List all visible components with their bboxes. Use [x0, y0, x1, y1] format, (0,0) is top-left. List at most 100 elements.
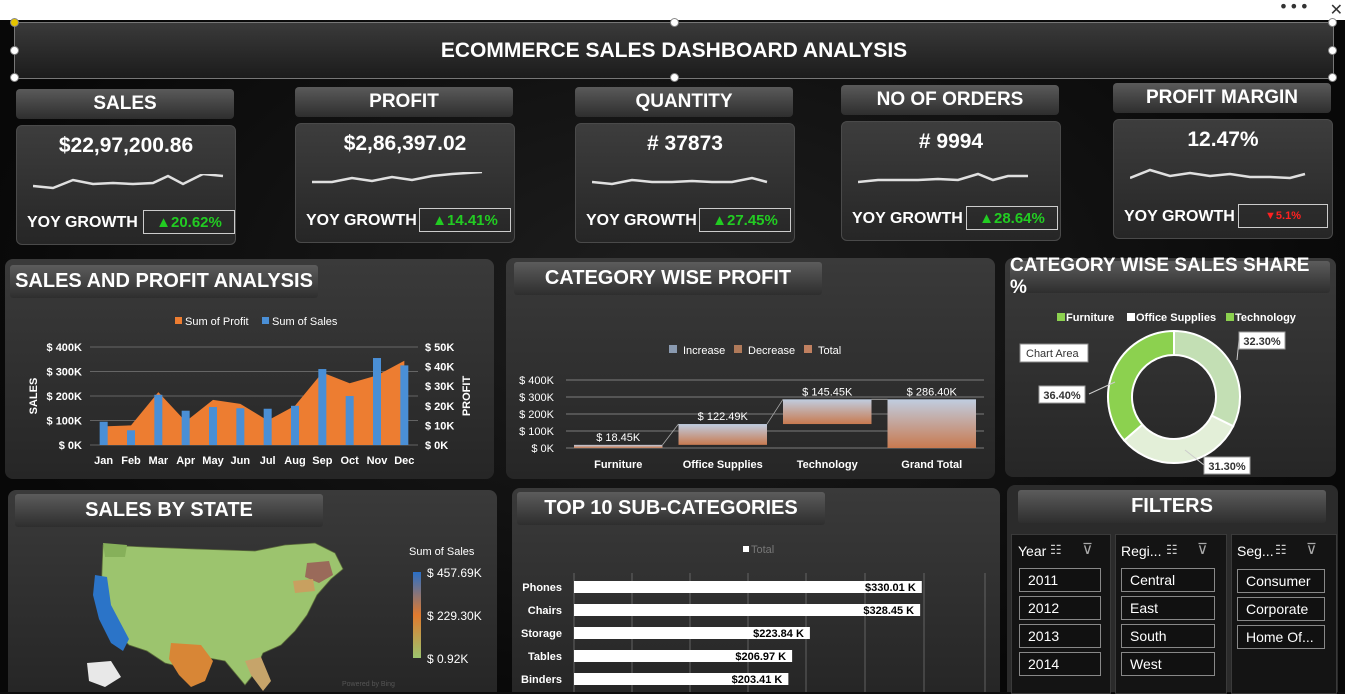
x-tick-label: Mar: [149, 455, 169, 467]
y2-tick-label: $ 30K: [425, 381, 454, 393]
waterfall-bar[interactable]: [783, 399, 872, 424]
yoy-value-badge: ▲27.45%: [699, 208, 791, 232]
year-option-2012[interactable]: 2012: [1019, 596, 1101, 620]
x-tick-label: Dec: [394, 455, 414, 467]
dashboard-title[interactable]: ECOMMERCE SALES DASHBOARD ANALYSIS: [14, 22, 1334, 79]
sales-bar[interactable]: [291, 406, 299, 445]
yoy-value-badge: ▼5.1%: [1238, 204, 1328, 228]
profit-area[interactable]: [104, 361, 405, 445]
category-profit-chart[interactable]: IncreaseDecreaseTotal$ 400K$ 300K$ 200K$…: [506, 335, 995, 475]
resize-handle-bc[interactable]: [670, 73, 679, 82]
y-tick-label: $ 100K: [519, 426, 555, 438]
sales-bar[interactable]: [236, 408, 244, 445]
sales-bar[interactable]: [318, 369, 326, 445]
kpi-sparkline: [312, 172, 512, 192]
y-tick-label: Chairs: [528, 605, 562, 617]
y-tick-label: Tables: [528, 651, 562, 663]
kpi-card-1[interactable]: $2,86,397.02YOY GROWTH▲14.41%: [295, 123, 515, 243]
kpi-header-3: NO OF ORDERS: [841, 85, 1059, 115]
resize-handle-mr[interactable]: [1328, 46, 1337, 55]
sales-bar[interactable]: [154, 395, 162, 445]
legend-label: Furniture: [1066, 312, 1114, 324]
legend-swatch: [1057, 313, 1065, 321]
x-tick-label: Apr: [176, 455, 196, 467]
more-options-icon[interactable]: •••: [1279, 0, 1310, 16]
x-tick-label: Feb: [121, 455, 141, 467]
waterfall-bar[interactable]: [574, 445, 663, 448]
region-clear-filter-icon[interactable]: ⊽: [1197, 540, 1208, 558]
region-option-south[interactable]: South: [1121, 624, 1215, 648]
sales-profit-chart[interactable]: Sum of ProfitSum of Sales$ 400K$ 300K$ 2…: [5, 305, 494, 475]
year-option-2011[interactable]: 2011: [1019, 568, 1101, 592]
donut-slice[interactable]: [1174, 331, 1240, 426]
sales-bar[interactable]: [209, 407, 217, 445]
sales-share-chart[interactable]: FurnitureOffice SuppliesTechnologyChart …: [1005, 300, 1336, 475]
sales-bar[interactable]: [264, 409, 272, 445]
y-tick-label: $ 100K: [47, 416, 83, 428]
legend-label: Increase: [683, 345, 725, 357]
kpi-sparkline: [1130, 168, 1330, 188]
legend-label: Total: [818, 345, 841, 357]
donut-slice[interactable]: [1108, 331, 1174, 440]
kpi-sparkline: [592, 172, 792, 192]
y2-tick-label: $ 40K: [425, 362, 454, 374]
segment-multiselect-icon[interactable]: ☷: [1275, 542, 1287, 558]
x-tick-label: Sep: [312, 455, 332, 467]
year-option-2014[interactable]: 2014: [1019, 652, 1101, 676]
dashboard-title-text: ECOMMERCE SALES DASHBOARD ANALYSIS: [441, 39, 907, 63]
region-option-west[interactable]: West: [1121, 652, 1215, 676]
us-map[interactable]: [85, 535, 355, 692]
sales-profit-title: SALES AND PROFIT ANALYSIS: [10, 265, 318, 298]
segment-option-1[interactable]: Corporate: [1237, 597, 1325, 621]
sales-bar[interactable]: [100, 422, 108, 445]
chart-area-tooltip-text: Chart Area: [1026, 348, 1079, 360]
kpi-sparkline: [33, 174, 233, 194]
sales-bar[interactable]: [346, 396, 354, 445]
sales-bar[interactable]: [400, 365, 408, 445]
year-multiselect-icon[interactable]: ☷: [1050, 542, 1062, 558]
segment-option-2[interactable]: Home Of...: [1237, 625, 1325, 649]
sales-bar[interactable]: [373, 358, 381, 445]
kpi-value: # 37873: [576, 132, 794, 156]
kpi-card-3[interactable]: # 9994YOY GROWTH▲28.64%: [841, 121, 1061, 241]
waterfall-bar[interactable]: [679, 424, 768, 445]
resize-handle-tr[interactable]: [1328, 18, 1337, 27]
sales-bar[interactable]: [182, 411, 190, 445]
segment-clear-filter-icon[interactable]: ⊽: [1306, 540, 1317, 558]
resize-handle-ml[interactable]: [10, 46, 19, 55]
x-tick-label: Technology: [797, 459, 859, 471]
legend-swatch: [1226, 313, 1234, 321]
kpi-card-2[interactable]: # 37873YOY GROWTH▲27.45%: [575, 123, 795, 243]
map-legend-min: $ 0.92K: [427, 652, 468, 666]
x-tick-label: Grand Total: [901, 459, 962, 471]
y2-tick-label: $ 0K: [425, 440, 448, 452]
kpi-header-1: PROFIT: [295, 87, 513, 117]
region-option-east[interactable]: East: [1121, 596, 1215, 620]
kpi-card-0[interactable]: $22,97,200.86YOY GROWTH▲20.62%: [16, 125, 236, 245]
kpi-header-4: PROFIT MARGIN: [1113, 83, 1331, 113]
y-tick-label: $ 0K: [59, 440, 82, 452]
waterfall-bar[interactable]: [888, 399, 977, 448]
sales-bar[interactable]: [127, 430, 135, 445]
segment-option-0[interactable]: Consumer: [1237, 569, 1325, 593]
resize-handle-tc[interactable]: [670, 18, 679, 27]
legend-swatch: [1127, 313, 1135, 321]
resize-handle-bl[interactable]: [10, 73, 19, 82]
legend-label: Total: [751, 544, 774, 556]
year-option-2013[interactable]: 2013: [1019, 624, 1101, 648]
us-map-shape: [101, 543, 343, 685]
region-option-central[interactable]: Central: [1121, 568, 1215, 592]
y-tick-label: $ 200K: [519, 409, 555, 421]
y-tick-label: Binders: [521, 674, 562, 686]
category-profit-title: CATEGORY WISE PROFIT: [514, 262, 822, 295]
region-multiselect-icon[interactable]: ☷: [1166, 542, 1178, 558]
resize-handle-tl[interactable]: [10, 18, 19, 27]
kpi-card-4[interactable]: 12.47%YOY GROWTH▼5.1%: [1113, 119, 1333, 239]
kpi-value: # 9994: [842, 130, 1060, 154]
resize-handle-br[interactable]: [1328, 73, 1337, 82]
yoy-label: YOY GROWTH: [852, 210, 963, 228]
y-tick-label: Storage: [521, 628, 562, 640]
top-subcategories-chart[interactable]: TotalPhones$330.01 KChairs$328.45 KStora…: [512, 535, 1000, 692]
close-icon[interactable]: ✕: [1330, 0, 1343, 19]
year-clear-filter-icon[interactable]: ⊽: [1082, 540, 1093, 558]
